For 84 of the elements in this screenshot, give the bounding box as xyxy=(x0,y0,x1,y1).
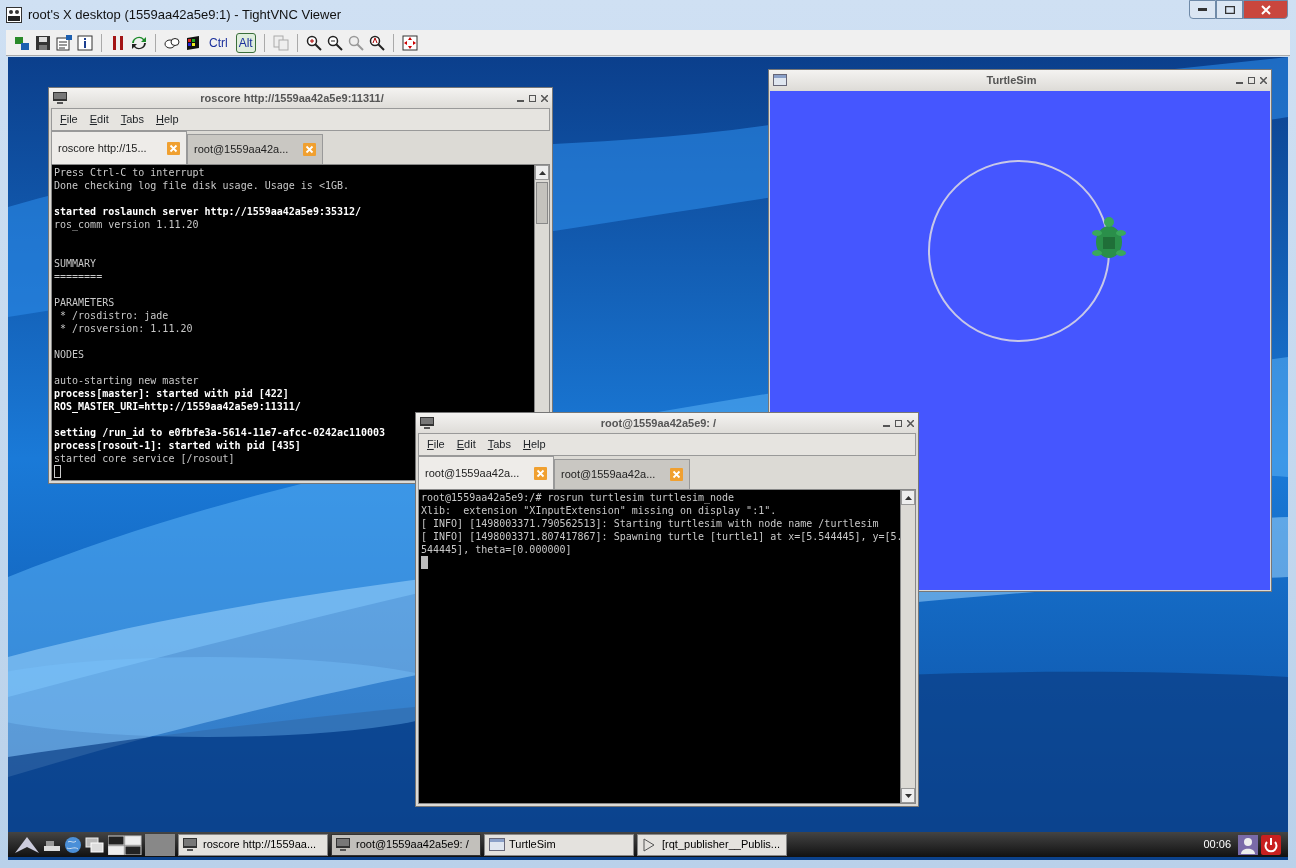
close-icon[interactable] xyxy=(541,94,548,102)
flag-icon[interactable] xyxy=(185,34,201,51)
menu-item[interactable]: File xyxy=(60,111,78,128)
user-icon[interactable] xyxy=(1238,834,1258,855)
maximize-icon[interactable] xyxy=(895,419,902,427)
minimize-button[interactable] xyxy=(1189,0,1216,19)
window-title: TurtleSim xyxy=(985,72,1038,88)
scroll-up-arrow-icon[interactable] xyxy=(904,495,912,500)
terminal-line: started roslaunch server http://1559aa42a5e9:35312/ xyxy=(54,205,362,218)
terminal-line: [ INFO] [1498003371.790562513]: Starting turtlesim with node name /turtlesim xyxy=(421,517,879,530)
globe-icon[interactable] xyxy=(64,835,82,854)
close-icon[interactable] xyxy=(907,419,914,427)
workspace-pager-icon[interactable] xyxy=(108,834,142,855)
menu-item[interactable]: Edit xyxy=(89,111,109,128)
taskbar-button[interactable]: roscore http://1559aa... xyxy=(178,833,328,856)
pause-icon[interactable] xyxy=(110,34,126,51)
close-icon[interactable] xyxy=(1260,76,1267,84)
menu-item[interactable]: Tabs xyxy=(487,436,511,453)
maximize-icon[interactable] xyxy=(1248,76,1255,84)
menu-item[interactable]: Edit xyxy=(456,436,476,453)
options-icon[interactable] xyxy=(56,34,72,51)
key-toggle-button[interactable]: Alt xyxy=(235,32,256,53)
terminal-line: Press Ctrl-C to interrupt xyxy=(54,166,205,179)
window-icon xyxy=(489,837,505,852)
minimize-icon xyxy=(1198,8,1207,11)
close-button[interactable] xyxy=(1243,0,1288,19)
terminal-line: * /rosdistro: jade xyxy=(59,309,169,322)
zoom-out-icon[interactable] xyxy=(326,34,343,51)
window-title: roscore http://1559aa42a5e9:11311/ xyxy=(199,90,385,106)
taskbar-button[interactable]: [rqt_publisher__Publis... xyxy=(637,833,787,856)
terminal-line: * /rosversion: 1.11.20 xyxy=(59,322,193,335)
terminal-icon xyxy=(420,417,434,429)
terminal-line: ======== xyxy=(54,270,103,283)
windows-icon[interactable] xyxy=(85,836,105,853)
terminal-line: 544445], theta=[0.000000] xyxy=(421,543,572,556)
power-icon[interactable] xyxy=(1261,834,1281,855)
terminal-line: PARAMETERS xyxy=(54,296,115,309)
terminal-line: NODES xyxy=(54,348,85,361)
scrollbar-thumb[interactable] xyxy=(536,182,548,224)
new-connection-icon[interactable] xyxy=(14,34,30,51)
terminal-line: setting /run_id to e0fbfe3a-5614-11e7-afcc-0242ac110003 xyxy=(54,426,386,439)
terminal-line: ros_comm version 1.11.20 xyxy=(54,218,199,231)
scrollbar[interactable] xyxy=(900,490,915,803)
terminal-line: [ INFO] [1498003371.807417867]: Spawning turtle [turtle1] at x=[5.544445], y=[5. xyxy=(421,530,900,543)
terminal-line: SUMMARY xyxy=(54,257,97,270)
scroll-up-arrow-icon[interactable] xyxy=(538,170,546,175)
tab[interactable]: roscore http://15... xyxy=(51,131,187,164)
maximize-icon xyxy=(1224,5,1235,14)
vnc-logo-icon xyxy=(6,7,22,23)
maximize-icon[interactable] xyxy=(529,94,536,102)
refresh-icon[interactable] xyxy=(131,34,147,51)
tab[interactable]: root@1559aa42a... xyxy=(554,459,690,489)
terminal-line: process[rosout-1]: started with pid [435] xyxy=(54,439,301,452)
menu-item[interactable]: Tabs xyxy=(120,111,144,128)
terminal-line: started core service [/rosout] xyxy=(54,452,235,465)
zoom-fit-icon[interactable] xyxy=(368,34,385,51)
terminal-icon xyxy=(336,837,352,852)
close-icon xyxy=(1260,4,1271,15)
scroll-down-arrow-icon[interactable] xyxy=(904,793,912,798)
maximize-button[interactable] xyxy=(1216,0,1243,19)
tab[interactable]: root@1559aa42a... xyxy=(187,134,323,164)
clock: 00:06 xyxy=(1202,837,1232,853)
terminal-line: auto-starting new master xyxy=(54,374,199,387)
terminal-icon xyxy=(53,92,67,104)
zoom-in-icon[interactable] xyxy=(305,34,322,51)
taskbar-button[interactable]: TurtleSim xyxy=(484,833,634,856)
terminal-line: ROS_MASTER_URI=http://1559aa42a5e9:11311/ xyxy=(54,400,301,413)
terminal-line: root@1559aa42a5e9:/# rosrun turtlesim turtlesim_node xyxy=(421,491,735,504)
menu-item[interactable]: File xyxy=(427,436,445,453)
taskbar-button[interactable]: root@1559aa42a5e9: / xyxy=(331,833,481,856)
window-title: root@1559aa42a5e9: / xyxy=(599,415,718,431)
info-icon[interactable] xyxy=(77,34,93,51)
terminal-line: Xlib: extension "XInputExtension" missing on display ":1". xyxy=(421,504,777,517)
menu-item[interactable]: Help xyxy=(155,111,179,128)
key-toggle-button[interactable]: Ctrl xyxy=(206,32,231,53)
terminal-icon xyxy=(183,837,199,852)
window-title: root's X desktop (1559aa42a5e9:1) - TightVNC Viewer xyxy=(28,6,341,25)
terminal-line: process[master]: started with pid [422] xyxy=(54,387,289,400)
menu-item[interactable]: Help xyxy=(522,436,546,453)
save-icon[interactable] xyxy=(35,34,51,51)
fullscreen-icon[interactable] xyxy=(401,34,418,51)
tab[interactable]: root@1559aa42a... xyxy=(418,456,554,489)
window-icon xyxy=(773,74,787,86)
terminal-line: Done checking log file disk usage. Usage is <1GB. xyxy=(54,179,349,192)
